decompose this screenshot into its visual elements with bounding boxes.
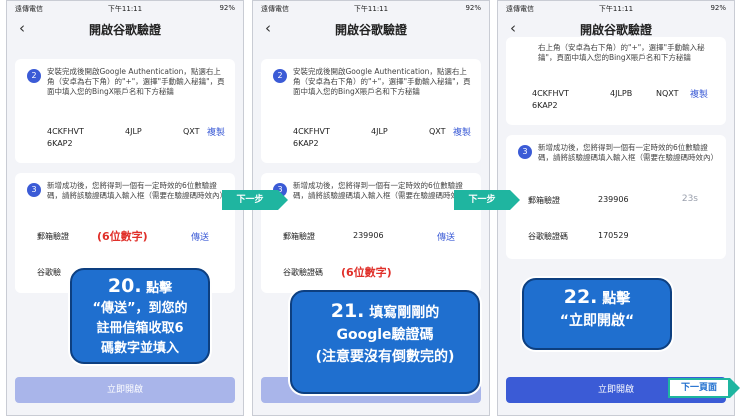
enable-button[interactable]: 立即開啟 xyxy=(15,377,235,403)
callout-line: 碼數字並填入 xyxy=(100,341,179,356)
countdown-timer: 23s xyxy=(681,194,698,204)
top-bar: ‹ 開啟谷歌驗證 xyxy=(7,15,243,41)
callout-number: 21. xyxy=(330,300,365,322)
phone-screen-3: 遠傳電信 下午11:11 92% ‹ 開啟谷歌驗證 右上角（安卓為右下角）的"+… xyxy=(497,0,735,416)
clock: 下午11:11 xyxy=(353,5,389,13)
email-code-value: 239906 xyxy=(353,231,384,240)
field-label: 郵箱驗證 xyxy=(283,232,315,241)
secret-key-part: QXT xyxy=(183,127,200,136)
google-code-value: 170529 xyxy=(598,231,629,240)
secret-key-part: NQXT xyxy=(656,89,679,98)
battery-label: 92% xyxy=(710,4,726,12)
email-code-field[interactable]: 郵箱驗證 239906 傳送 xyxy=(261,217,481,253)
step-2-card: 右上角（安卓為右下角）的"+"，選擇"手動輸入秘鑰"，頁面中填入您的BingX賬… xyxy=(506,37,726,125)
next-step-arrow[interactable]: 下一步 xyxy=(222,190,288,210)
callout-step-21: 21. 填寫剛剛的 Google驗證碼 (注意要沒有倒數完的) xyxy=(290,290,480,394)
secret-key-part: 4JLPB xyxy=(610,89,633,98)
callout-heading: 填寫剛剛的 xyxy=(369,305,440,321)
field-label: 郵箱驗證 xyxy=(37,232,69,241)
clock: 下午11:11 xyxy=(598,5,634,13)
copy-button[interactable]: 複製 xyxy=(453,125,471,138)
field-label: 谷歌驗證碼 xyxy=(528,232,568,241)
callout-line: (注意要沒有倒數完的) xyxy=(315,349,455,365)
secret-key-line2: 6KAP2 xyxy=(293,139,319,148)
send-code-button[interactable]: 傳送 xyxy=(191,230,209,243)
step-2-card: 2 安裝完成後開啟Google Authentication，點選右上角（安卓為… xyxy=(261,59,481,163)
page-title: 開啟谷歌驗證 xyxy=(88,23,161,37)
step-description: 新增成功後，您將得到一個有一定時效的6位數驗證碼，請將該驗證碼填入輸入框（需要在… xyxy=(538,143,718,162)
next-page-arrow[interactable]: 下一頁面 xyxy=(668,378,740,398)
secret-key-part: 4JLP xyxy=(125,127,142,136)
code-hint: (6位數字) xyxy=(341,266,392,279)
callout-line: 註冊信箱收取6 xyxy=(96,321,184,336)
secret-key-part: 4CKFHVT xyxy=(532,89,569,98)
secret-key-line2: 6KAP2 xyxy=(47,139,73,148)
step-number: 2 xyxy=(273,69,287,83)
step-description: 新增成功後，您將得到一個有一定時效的6位數驗證碼，請將該驗證碼填入輸入框（需要在… xyxy=(293,181,473,200)
secret-key-part: QXT xyxy=(429,127,446,136)
send-code-button[interactable]: 傳送 xyxy=(437,230,455,243)
secret-key-part: 4CKFHVT xyxy=(47,127,84,136)
callout-number: 20. xyxy=(107,275,142,297)
field-label: 谷歌驗證碼 xyxy=(283,268,323,277)
step-description: 新增成功後，您將得到一個有一定時效的6位數驗證碼，請將該驗證碼填入輸入框（需要在… xyxy=(47,181,227,200)
email-code-field[interactable]: 郵箱驗證 239906 23s xyxy=(506,181,726,217)
callout-heading: 點擊 xyxy=(602,291,631,307)
copy-button[interactable]: 複製 xyxy=(207,125,225,138)
google-code-field[interactable]: 谷歌驗證碼 170529 xyxy=(506,219,726,255)
next-step-arrow[interactable]: 下一步 xyxy=(454,190,520,210)
clock: 下午11:11 xyxy=(107,5,143,13)
callout-heading: 點擊 xyxy=(146,281,173,296)
email-code-field[interactable]: 郵箱驗證 (6位數字) 傳送 xyxy=(15,217,235,253)
email-code-value: 239906 xyxy=(598,195,629,204)
copy-button[interactable]: 複製 xyxy=(690,87,708,100)
step-description: 安裝完成後開啟Google Authentication，點選右上角（安卓為右下… xyxy=(293,67,471,96)
callout-line: Google驗證碼 xyxy=(336,327,434,343)
step-number: 3 xyxy=(518,145,532,159)
battery-label: 92% xyxy=(465,4,481,12)
callout-line: “傳送”，到您的 xyxy=(92,301,188,316)
google-code-field[interactable]: 谷歌驗證碼 (6位數字) xyxy=(261,255,481,291)
callout-step-20: 20. 點擊 “傳送”，到您的 註冊信箱收取6 碼數字並填入 xyxy=(70,268,210,364)
status-bar: 遠傳電信 下午11:11 92% xyxy=(253,3,489,15)
page-title: 開啟谷歌驗證 xyxy=(334,23,407,37)
page-title: 開啟谷歌驗證 xyxy=(579,23,652,37)
secret-key-part: 4JLP xyxy=(371,127,388,136)
status-bar: 遠傳電信 下午11:11 92% xyxy=(498,3,734,15)
callout-step-22: 22. 點擊 “立即開啟“ xyxy=(522,278,672,350)
step-2-card: 2 安裝完成後開啟Google Authentication，點選右上角（安卓為… xyxy=(15,59,235,163)
status-bar: 遠傳電信 下午11:11 92% xyxy=(7,3,243,15)
step-number: 3 xyxy=(27,183,41,197)
step-description: 安裝完成後開啟Google Authentication，點選右上角（安卓為右下… xyxy=(47,67,225,96)
secret-key-line2: 6KAP2 xyxy=(532,101,558,110)
battery-label: 92% xyxy=(219,4,235,12)
field-label: 谷歌驗 xyxy=(37,268,61,277)
field-label: 郵箱驗證 xyxy=(528,196,560,205)
callout-number: 22. xyxy=(563,286,598,308)
step-description: 右上角（安卓為右下角）的"+"，選擇"手動輸入秘鑰"，頁面中填入您的BingX賬… xyxy=(538,43,705,62)
step-number: 2 xyxy=(27,69,41,83)
code-hint: (6位數字) xyxy=(97,230,148,243)
callout-line: “立即開啟“ xyxy=(559,313,635,329)
secret-key-part: 4CKFHVT xyxy=(293,127,330,136)
top-bar: ‹ 開啟谷歌驗證 xyxy=(253,15,489,41)
